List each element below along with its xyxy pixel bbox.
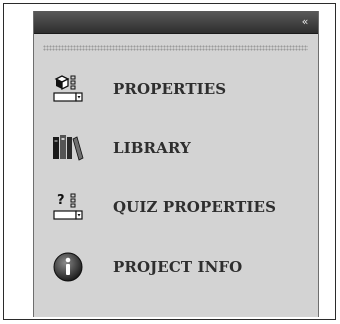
library-label: LIBRARY <box>113 139 191 157</box>
quiz-properties-icon: ? <box>52 191 84 223</box>
collapse-panel-button[interactable]: « <box>296 14 312 30</box>
library-icon <box>52 132 84 164</box>
panel-grip[interactable] <box>43 45 308 51</box>
side-panel: « PROPERTIES LIBRARY ? QUIZ PROPERTIES P… <box>33 11 319 317</box>
project-info-icon <box>52 251 84 283</box>
panel-titlebar: « <box>34 11 318 34</box>
properties-icon <box>52 73 84 105</box>
panel-item-library[interactable]: LIBRARY <box>34 124 318 172</box>
properties-label: PROPERTIES <box>113 80 227 98</box>
panel-item-quiz-properties[interactable]: ? QUIZ PROPERTIES <box>34 183 318 231</box>
panel-item-properties[interactable]: PROPERTIES <box>34 65 318 113</box>
quiz-properties-label: QUIZ PROPERTIES <box>113 198 277 216</box>
svg-text:?: ? <box>57 193 65 208</box>
panel-item-project-info[interactable]: PROJECT INFO <box>34 243 318 291</box>
project-info-label: PROJECT INFO <box>113 258 243 276</box>
